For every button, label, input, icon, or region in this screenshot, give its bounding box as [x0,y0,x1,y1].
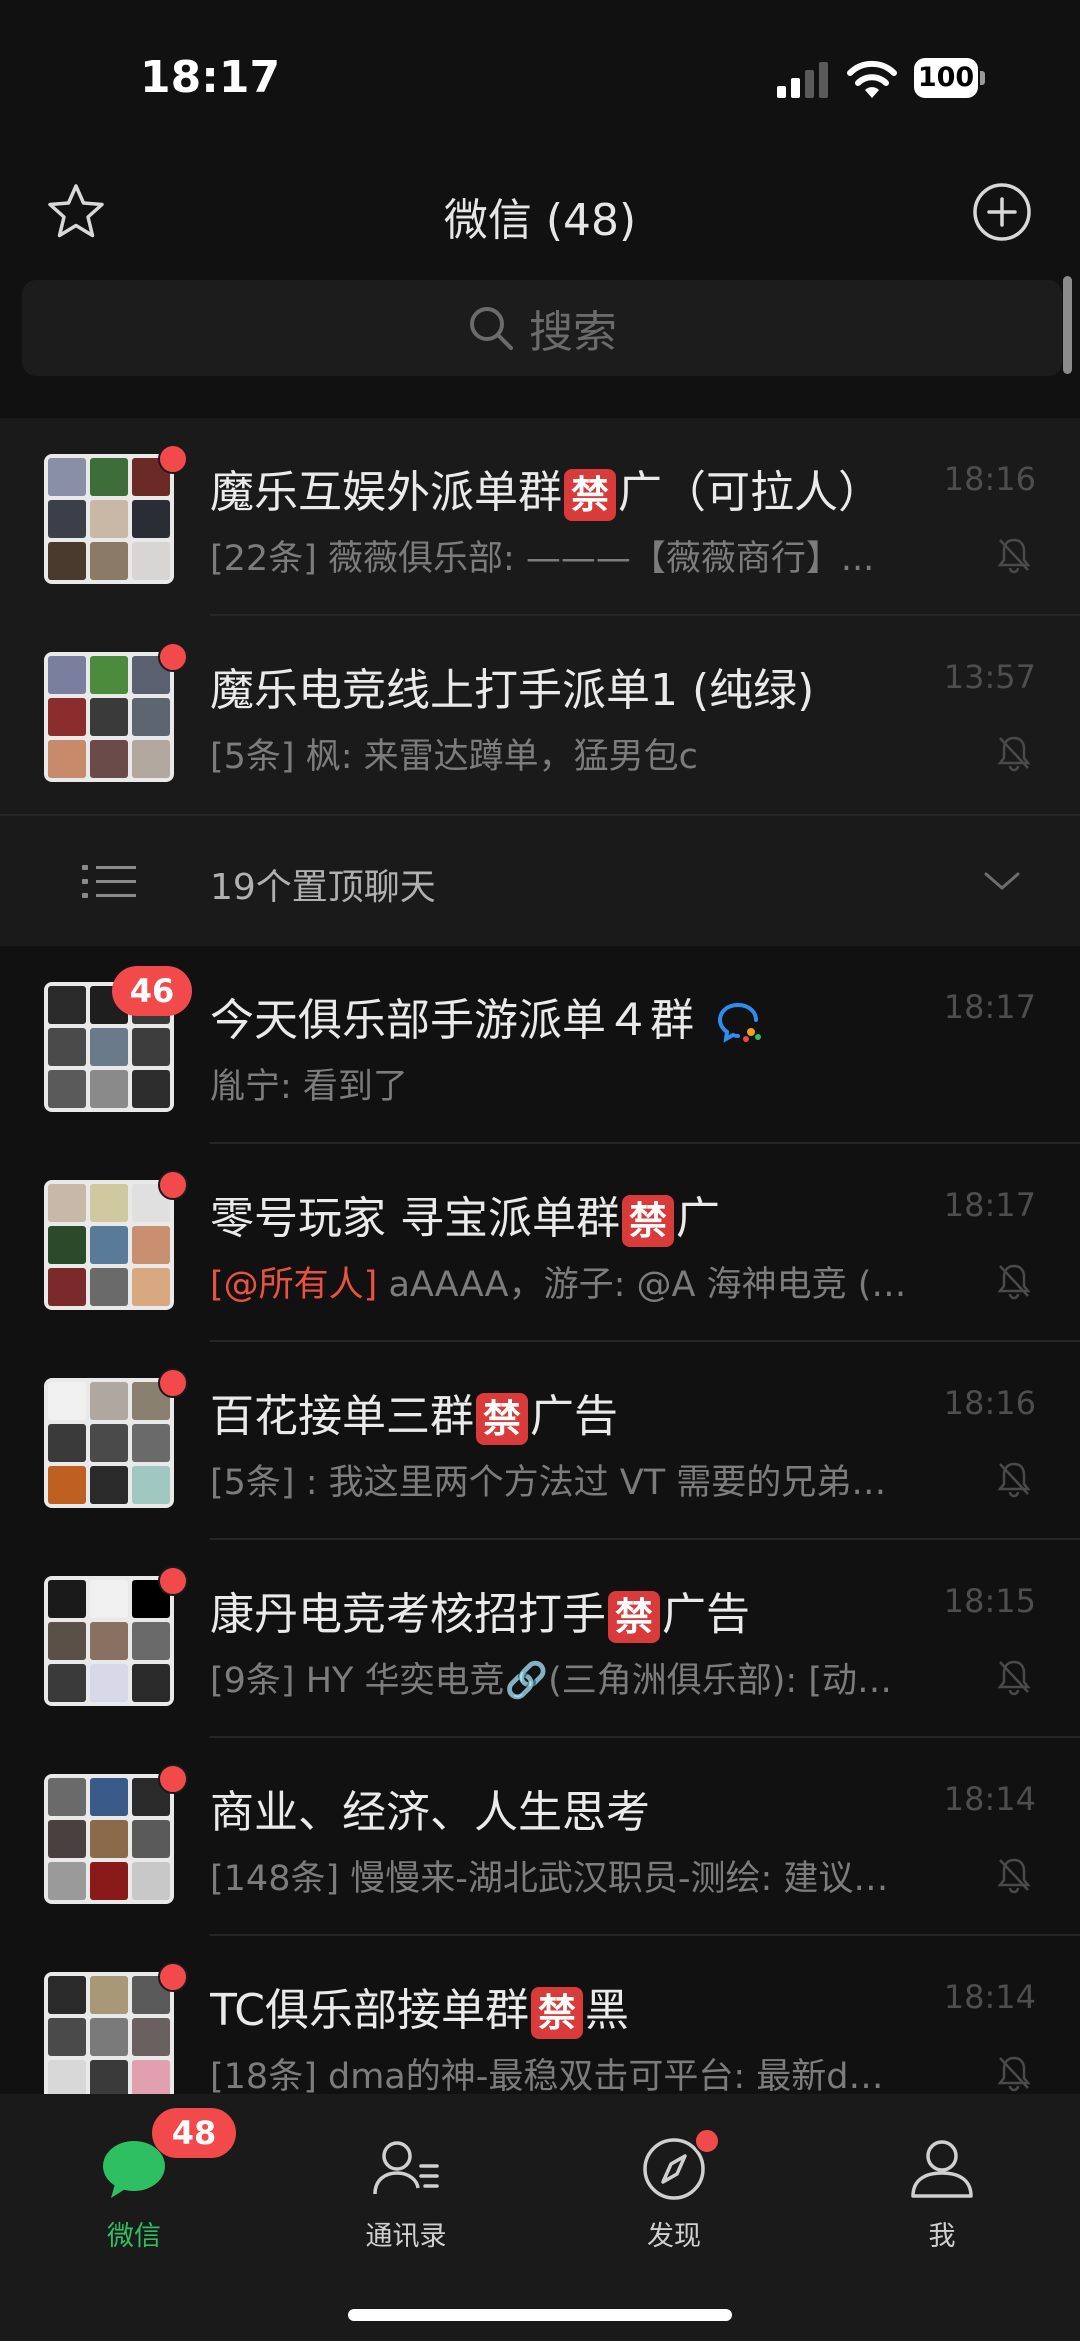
ban-badge: 禁 [476,1393,528,1445]
chat-preview: [148条] 慢慢来-湖北武汉职员-测绘: 建议… [210,1859,889,1899]
chat-title: 魔乐互娱外派单群禁广（可拉人） [210,456,940,521]
mute-bell-icon [997,1858,1031,1894]
group-avatar [44,652,174,782]
unread-count-badge: 46 [112,966,192,1016]
contacts-icon [373,2141,439,2195]
chat-time: 18:16 [943,1384,1036,1422]
battery-tip [980,71,985,85]
unread-dot [158,1368,188,1398]
battery-icon: 100 [914,58,986,100]
chat-title: 魔乐电竞线上打手派单1 (纯绿) [210,665,815,716]
signal-icon [777,62,828,98]
chat-time: 18:17 [943,1186,1036,1224]
chat-title: 零号玩家 寻宝派单群禁广 [210,1182,940,1247]
ban-badge: 禁 [608,1591,660,1643]
tab-label: 我 [928,2221,956,2252]
unread-count-badge: 48 [152,2108,236,2158]
group-avatar [44,1378,174,1508]
wifi-icon [847,60,897,98]
chat-row-pinned[interactable]: 魔乐电竞线上打手派单1 (纯绿) [5条] 枫: 来雷达蹲单，猛男包c 13:5… [0,616,1080,814]
chat-time: 18:14 [943,1780,1036,1818]
chat-row[interactable]: 康丹电竞考核招打手禁广告 [9条] HY 华奕电竞🔗(三角洲俱乐部): [动… … [0,1540,1080,1738]
chat-time: 18:17 [943,988,1036,1026]
chat-title: 百花接单三群禁广告 [210,1380,940,1445]
chat-time: 18:16 [943,460,1036,498]
group-avatar [44,1972,174,2102]
group-avatar [44,1180,174,1310]
unread-dot [158,1764,188,1794]
chat-time: 13:57 [943,658,1036,696]
page-title: 微信 (48) [443,195,637,246]
header: 微信 (48) [0,150,1080,270]
mute-bell-icon [997,1264,1031,1300]
work-chat-icon [717,1003,761,1043]
chat-row[interactable]: 零号玩家 寻宝派单群禁广 [@所有人] aAAAA，游子: @A 海神电竞 (…… [0,1144,1080,1342]
unread-dot [158,444,188,474]
chat-row[interactable]: 百花接单三群禁广告 [5条] : 我这里两个方法过 VT 需要的兄弟… 18:1… [0,1342,1080,1540]
chat-row[interactable]: 商业、经济、人生思考 [148条] 慢慢来-湖北武汉职员-测绘: 建议… 18:… [0,1738,1080,1936]
scrollbar[interactable] [1063,276,1072,374]
search-input[interactable]: 搜索 [22,280,1062,376]
status-bar: 18:17 100 [0,0,1080,150]
chat-preview: 胤宁: 看到了 [210,1067,408,1107]
person-icon [911,2140,973,2198]
unread-dot [158,642,188,672]
status-time: 18:17 [140,52,281,103]
tab-wechat[interactable]: 48 微信 [34,2108,236,2253]
ban-badge: 禁 [531,1987,584,2039]
search-placeholder: 搜索 [529,307,617,358]
ban-badge: 禁 [564,469,616,521]
chat-title: 商业、经济、人生思考 [210,1787,650,1838]
chat-row-pinned[interactable]: 魔乐互娱外派单群禁广（可拉人） [22条] 薇薇俱乐部: ———【薇薇商行】..… [0,418,1080,616]
mute-bell-icon [997,1462,1031,1498]
tab-label: 微信 [107,2221,161,2252]
chat-preview: [5条] : 我这里两个方法过 VT 需要的兄弟… [210,1463,887,1503]
tab-discover[interactable]: 发现 [574,2128,774,2253]
unread-dot [158,1962,188,1992]
search-icon [470,307,513,350]
mute-bell-icon [997,2056,1031,2092]
chat-preview: [22条] 薇薇俱乐部: ———【薇薇商行】... [210,539,875,579]
tab-label: 通讯录 [365,2221,447,2252]
chat-preview: [5条] 枫: 来雷达蹲单，猛男包c [210,737,698,777]
folded-pinned-chats[interactable]: 19个置顶聊天 [0,814,1080,950]
ban-badge: 禁 [622,1195,674,1247]
mute-bell-icon [997,1660,1031,1696]
add-icon[interactable] [970,180,1034,244]
chevron-down-icon [984,872,1020,890]
chat-time: 18:14 [943,1978,1036,2016]
home-indicator[interactable] [348,2309,732,2321]
battery-level: 100 [914,58,978,98]
mention-tag: [@所有人] [210,1265,378,1305]
chat-preview: [@所有人] aAAAA，游子: @A 海神电竞 (… [210,1265,907,1305]
chat-row[interactable]: 46 今天俱乐部手游派单４群 胤宁: 看到了 18:17 [0,946,1080,1144]
chat-preview: [9条] HY 华奕电竞🔗(三角洲俱乐部): [动… [210,1661,892,1701]
tab-contacts[interactable]: 通讯录 [306,2136,506,2253]
chat-title: 今天俱乐部手游派单４群 [210,984,940,1048]
mute-bell-icon [997,736,1031,772]
chat-title: TC俱乐部接单群禁黑 [210,1974,940,2039]
chat-preview: [18条] dma的神-最稳双击可平台: 最新d… [210,2057,884,2097]
unread-dot [158,1566,188,1596]
chat-title: 康丹电竞考核招打手禁广告 [210,1578,940,1643]
group-avatar [44,454,174,584]
tab-bar: 48 微信 通讯录 发现 我 [0,2094,1080,2341]
chat-time: 18:15 [943,1582,1036,1620]
mute-bell-icon [997,538,1031,574]
unread-dot [694,2128,720,2154]
tab-me[interactable]: 我 [842,2136,1042,2253]
group-avatar [44,1576,174,1706]
unread-dot [158,1170,188,1200]
group-avatar [44,1774,174,1904]
tab-label: 发现 [647,2221,701,2252]
list-icon [82,865,136,898]
folded-label: 19个置顶聊天 [210,867,436,908]
